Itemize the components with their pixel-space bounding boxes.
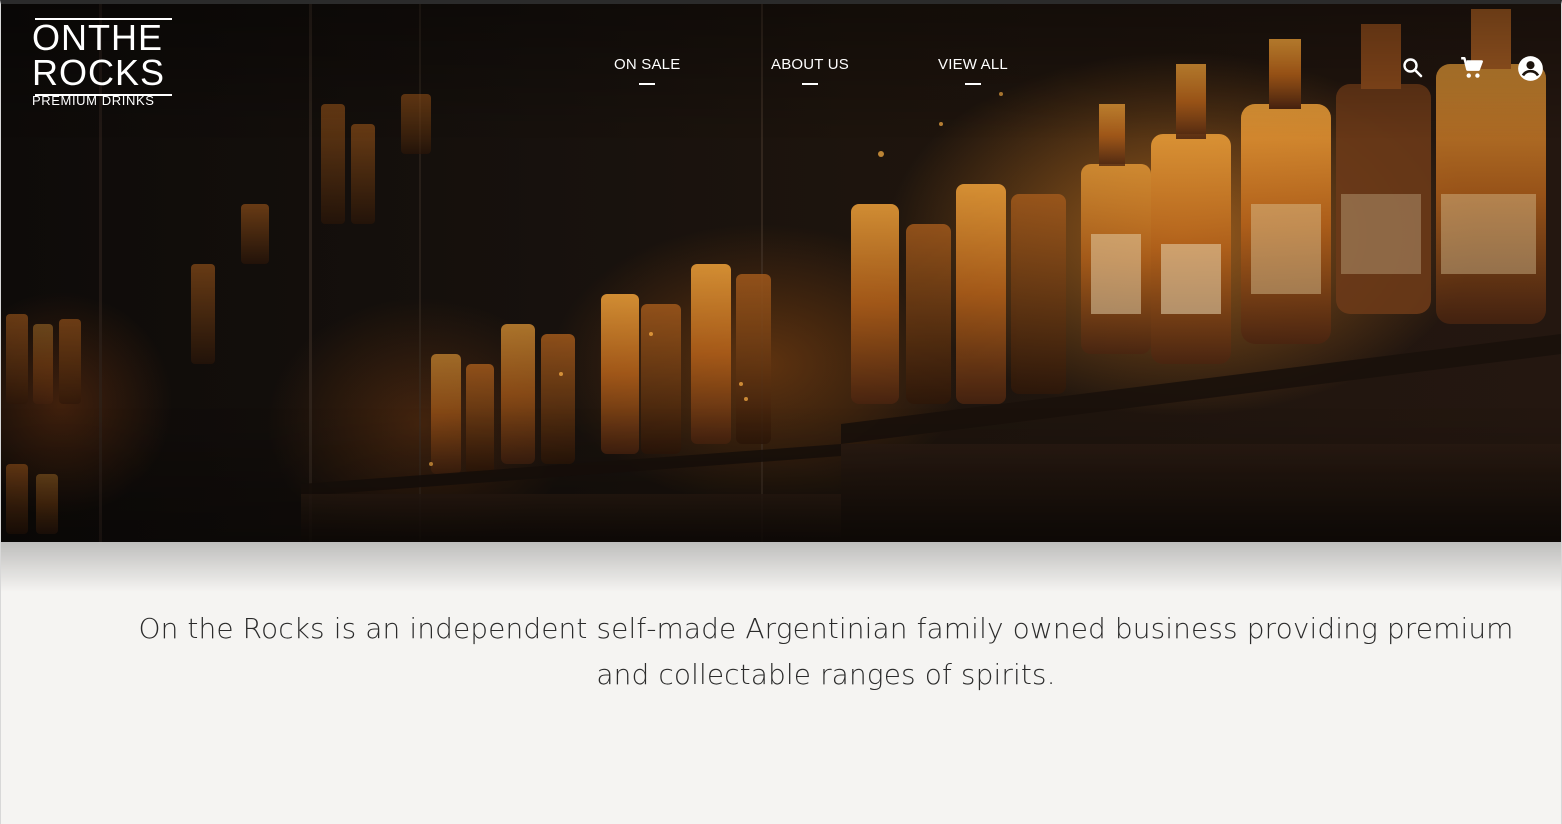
page: ONTHE ROCKS PREMIUM DRINKS ON SALE ABOUT… [0,0,1562,824]
nav-underline [639,83,656,85]
search-button[interactable] [1399,54,1427,82]
nav-view-all[interactable]: VIEW ALL [938,56,1008,85]
hero-banner [1,4,1561,542]
nav-underline [964,83,981,85]
nav-about-us-label: ABOUT US [771,56,850,73]
brand-logo[interactable]: ONTHE ROCKS PREMIUM DRINKS [32,17,175,109]
cart-icon [1461,57,1483,78]
nav-view-all-label: VIEW ALL [938,56,1008,73]
intro-text: On the Rocks is an independent self-made… [138,612,1514,691]
nav-on-sale[interactable]: ON SALE [614,56,681,85]
logo-bottom-rule [35,94,172,96]
search-icon [1403,58,1423,78]
nav-on-sale-label: ON SALE [614,56,681,73]
nav-underline [802,83,818,85]
hero-overlay [1,4,1561,542]
account-button[interactable] [1516,54,1544,82]
cart-button[interactable] [1458,54,1486,82]
logo-line-2: ROCKS [32,52,166,93]
account-icon [1517,55,1543,81]
logo-line-1: ONTHE [32,17,163,58]
hero-shadow [1,542,1561,592]
logo-top-rule [35,18,172,20]
nav-about-us[interactable]: ABOUT US [771,56,850,85]
